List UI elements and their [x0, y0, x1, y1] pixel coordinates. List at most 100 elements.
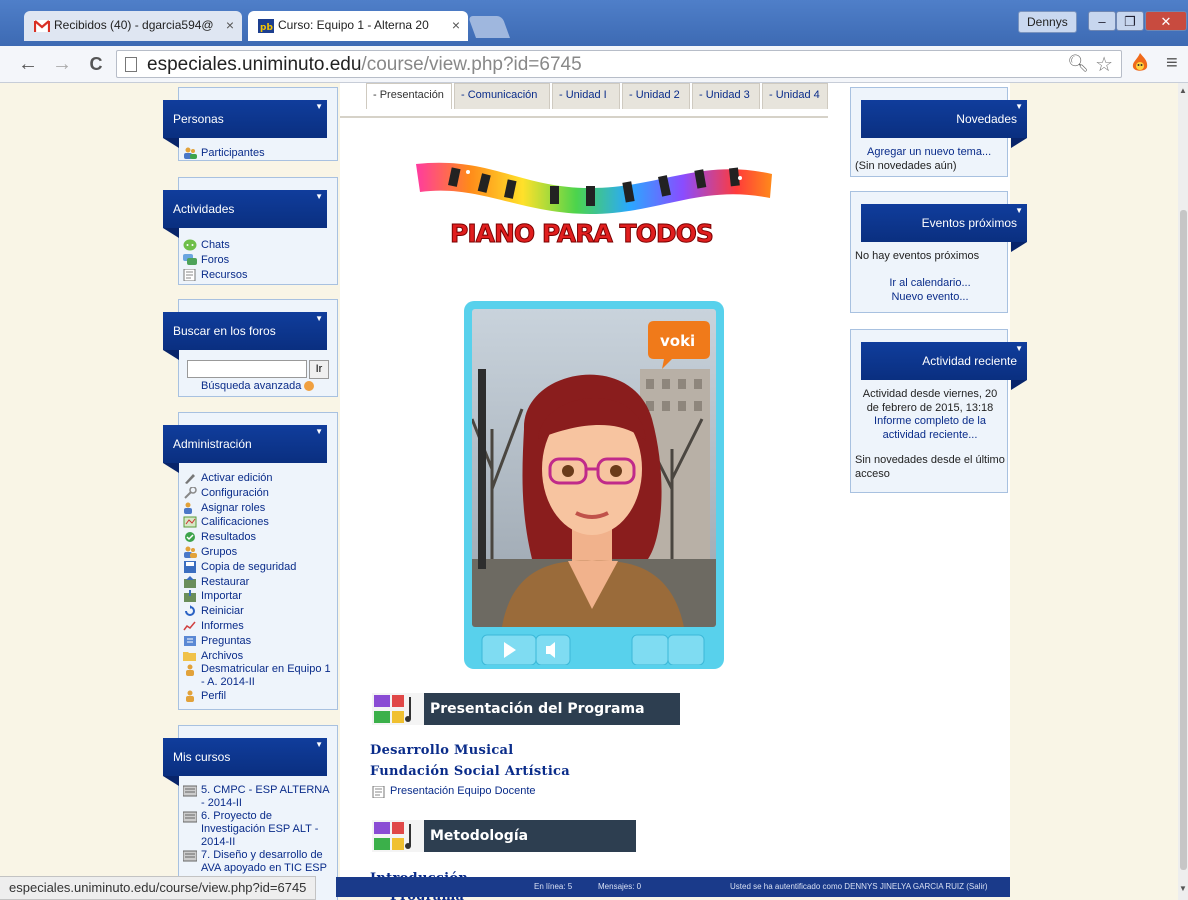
item-label: Archivos	[201, 649, 244, 662]
block-header-mis-cursos: Mis cursos ▼	[163, 738, 327, 786]
block-header-actividades: Actividades ▼	[163, 190, 327, 238]
course-link[interactable]: 7. Diseño y desarrollo de AVA apoyado en…	[183, 849, 333, 875]
forward-arrow-icon[interactable]: →	[50, 52, 74, 76]
link-foros[interactable]: Foros	[183, 253, 333, 268]
block-buscar-foros: Buscar en los foros ▼ Ir Búsqueda avanza…	[163, 299, 338, 397]
link-recursos[interactable]: Recursos	[183, 268, 333, 283]
admin-importar[interactable]: Importar	[183, 589, 333, 604]
questions-icon	[184, 635, 196, 646]
admin-grupos[interactable]: Grupos	[183, 545, 333, 560]
block-title: Mis cursos	[173, 750, 231, 764]
admin-informes[interactable]: Informes	[183, 619, 333, 634]
address-bar[interactable]: especiales.uniminuto.edu/course/view.php…	[116, 50, 1122, 78]
new-event-link[interactable]: Nuevo evento...	[851, 291, 1009, 303]
forum-icon	[183, 253, 197, 265]
course-icon	[183, 811, 197, 823]
item-label: 7. Diseño y desarrollo de AVA apoyado en…	[201, 849, 327, 874]
block-title: Actividad reciente	[922, 354, 1017, 368]
block-title: Eventos próximos	[921, 216, 1017, 230]
music-banner-icon	[372, 693, 424, 725]
admin-resultados[interactable]: Resultados	[183, 530, 333, 545]
admin-activar-edicion[interactable]: Activar edición	[183, 471, 333, 486]
browser-tab-course[interactable]: pb Curso: Equipo 1 - Alterna 20 ×	[248, 11, 468, 41]
menu-icon[interactable]: ≡	[1166, 52, 1178, 75]
grades-icon	[183, 516, 197, 528]
new-tab-button[interactable]	[467, 16, 511, 38]
forum-search-button[interactable]: Ir	[309, 360, 329, 379]
tab-comunicacion[interactable]: - Comunicación	[454, 83, 550, 109]
browser-toolbar: ← → C especiales.uniminuto.edu/course/vi…	[0, 46, 1188, 83]
admin-items: Activar edición Configuración Asignar ro…	[183, 471, 333, 704]
advanced-search-label: Búsqueda avanzada	[201, 380, 302, 392]
admin-restaurar[interactable]: Restaurar	[183, 575, 333, 590]
link-chats[interactable]: Chats	[183, 238, 333, 253]
minimize-button[interactable]: –	[1088, 11, 1116, 31]
collapse-icon[interactable]: ▼	[315, 300, 323, 338]
voki-option-button[interactable]	[631, 634, 669, 665]
item-label: Chats	[201, 239, 230, 251]
block-title: Actividades	[173, 202, 235, 216]
restore-button[interactable]: ❐	[1116, 11, 1144, 31]
collapse-icon[interactable]: ▼	[315, 88, 323, 126]
link-participantes[interactable]: Participantes	[183, 146, 333, 161]
collapse-icon[interactable]: ▼	[1015, 88, 1023, 126]
admin-reiniciar[interactable]: Reiniciar	[183, 604, 333, 619]
back-arrow-icon[interactable]: ←	[16, 52, 40, 76]
advanced-search-link[interactable]: Búsqueda avanzada	[201, 380, 315, 392]
collapse-icon[interactable]: ▼	[1015, 192, 1023, 230]
collapse-icon[interactable]: ▼	[315, 413, 323, 451]
close-window-button[interactable]: ✕	[1145, 11, 1187, 31]
collapse-icon[interactable]: ▼	[315, 178, 323, 216]
page-icon	[125, 57, 137, 72]
backup-icon	[184, 560, 196, 573]
forum-search-input[interactable]	[187, 360, 307, 378]
admin-asignar-roles[interactable]: Asignar roles	[183, 501, 333, 516]
svg-text:pb: pb	[260, 23, 273, 33]
profile-button[interactable]: Dennys	[1018, 11, 1077, 33]
tab-unidad-1[interactable]: - Unidad I	[552, 83, 620, 109]
scrollbar-thumb[interactable]	[1180, 210, 1187, 870]
block-header-administracion: Administración ▼	[163, 425, 327, 473]
calendar-link[interactable]: Ir al calendario...	[851, 277, 1009, 289]
close-tab-icon[interactable]: ×	[452, 17, 460, 33]
full-report-link[interactable]: Informe completo de la actividad recient…	[857, 415, 1003, 442]
admin-copia-seguridad[interactable]: Copia de seguridad	[183, 560, 333, 575]
block-mis-cursos: Mis cursos ▼ 5. CMPC - ESP ALTERNA - 201…	[163, 725, 338, 900]
scroll-down-arrow-icon[interactable]: ▼	[1179, 884, 1187, 893]
admin-archivos[interactable]: Archivos	[183, 649, 333, 664]
course-link[interactable]: 6. Proyecto de Investigación ESP ALT - 2…	[183, 810, 333, 849]
close-tab-icon[interactable]: ×	[226, 17, 234, 33]
admin-desmatricular[interactable]: Desmatricular en Equipo 1 - A. 2014-II	[183, 663, 333, 689]
admin-calificaciones[interactable]: Calificaciones	[183, 515, 333, 530]
item-label: Preguntas	[201, 634, 252, 647]
add-topic-link[interactable]: Agregar un nuevo tema...	[867, 146, 991, 158]
collapse-icon[interactable]: ▼	[315, 726, 323, 764]
reload-icon[interactable]: C	[84, 52, 108, 76]
tab-unidad-4[interactable]: - Unidad 4	[762, 83, 828, 109]
section1-line-2: Fundación Social Artística	[370, 764, 571, 779]
status-bar-url: especiales.uniminuto.edu/course/view.php…	[0, 876, 317, 900]
tab-unidad-2[interactable]: - Unidad 2	[622, 83, 690, 109]
tab-presentacion[interactable]: - Presentación	[366, 83, 452, 109]
course-link[interactable]: 5. CMPC - ESP ALTERNA - 2014-II	[183, 784, 333, 810]
section1-line-1: Desarrollo Musical	[370, 743, 514, 758]
admin-configuracion[interactable]: Configuración	[183, 486, 333, 501]
admin-preguntas[interactable]: Preguntas	[183, 634, 333, 649]
scroll-up-arrow-icon[interactable]: ▲	[1179, 86, 1187, 95]
zoom-icon[interactable]: 🔍︎	[1067, 54, 1089, 74]
tab-unidad-3[interactable]: - Unidad 3	[692, 83, 760, 109]
block-header-actividad: Actividad reciente ▼	[861, 342, 1027, 390]
collapse-icon[interactable]: ▼	[1015, 330, 1023, 368]
block-items: Participantes	[183, 146, 333, 161]
extension-fire-icon[interactable]	[1130, 52, 1150, 74]
browser-tab-gmail[interactable]: Recibidos (40) - dgarcia594@ ×	[24, 11, 242, 41]
bookmark-star-icon[interactable]: ☆	[1095, 52, 1113, 77]
url-path: /course/view.php?id=6745	[361, 54, 582, 75]
logged-in-user[interactable]: Usted se ha autentificado como DENNYS JI…	[730, 877, 988, 897]
voki-avatar-scene[interactable]: voki	[472, 309, 716, 627]
ribbon-fold	[163, 138, 179, 148]
voki-option-button[interactable]	[667, 634, 705, 665]
item-label: Reiniciar	[201, 605, 244, 618]
admin-perfil[interactable]: Perfil	[183, 689, 333, 704]
resource-presentacion-equipo[interactable]: Presentación Equipo Docente	[372, 785, 536, 798]
